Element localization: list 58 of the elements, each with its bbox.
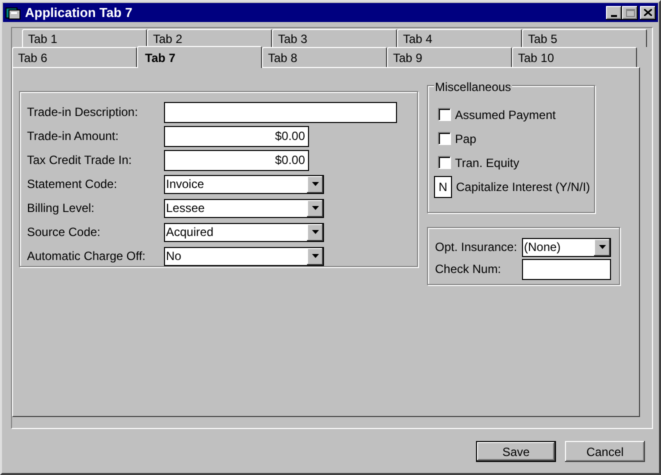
input-field[interactable] [522, 258, 611, 280]
tab[interactable]: Tab 9 [387, 47, 512, 67]
tab[interactable]: Tab 3 [272, 29, 397, 47]
tab[interactable]: Tab 8 [262, 47, 387, 67]
tab[interactable]: Tab 6 [12, 47, 137, 67]
dropdown-value: Invoice [165, 176, 206, 193]
close-button[interactable] [640, 6, 656, 20]
caret-icon [312, 254, 318, 258]
minimize-icon [611, 14, 617, 16]
window-title: Application Tab 7 [25, 4, 132, 22]
maximize-button[interactable] [622, 6, 638, 20]
dialog-button[interactable]: Cancel [565, 441, 645, 462]
minimize-button[interactable] [606, 6, 622, 20]
tab[interactable]: Tab 1 [22, 29, 147, 47]
dropdown-value: No [165, 248, 182, 265]
app-icon [5, 6, 21, 20]
close-icon [644, 9, 652, 16]
checkbox[interactable]: Assumed Payment [438, 103, 594, 126]
dropdown[interactable]: (None) [522, 238, 611, 256]
caret-icon [312, 230, 318, 234]
dropdown-button[interactable] [594, 238, 610, 256]
tab[interactable]: Tab 2 [147, 29, 272, 47]
field-label: Capitalize Interest (Y/N/I) [456, 179, 590, 196]
tab[interactable]: Tab 5 [522, 29, 647, 47]
dropdown-value: Acquired [165, 224, 214, 241]
tab[interactable]: Tab 4 [397, 29, 522, 47]
tab[interactable]: Tab 7 [137, 46, 262, 68]
field-label: Automatic Charge Off: [27, 248, 146, 265]
caret-icon [312, 182, 318, 186]
field-label: Check Num: [435, 261, 502, 278]
dropdown-value: Lessee [165, 200, 206, 217]
dropdown[interactable]: Acquired [164, 222, 324, 242]
field-label: Trade-in Description: [27, 104, 139, 121]
dropdown-button[interactable] [307, 176, 323, 192]
dropdown-button[interactable] [307, 200, 323, 216]
dropdown[interactable]: No [164, 246, 324, 266]
dropdown-button[interactable] [307, 248, 323, 264]
dropdown-button[interactable] [307, 224, 323, 240]
input-field[interactable]: $0.00 [164, 150, 309, 170]
field-label: Trade-in Amount: [27, 128, 120, 145]
input-field[interactable]: $0.00 [164, 126, 309, 146]
caret-icon [598, 245, 606, 249]
maximize-icon [626, 8, 634, 16]
checkbox[interactable]: Pap [438, 127, 594, 150]
input-field[interactable] [164, 102, 397, 122]
checkbox[interactable]: Tran. Equity [438, 151, 594, 174]
input-field[interactable]: N [434, 176, 452, 198]
dialog-button[interactable]: Save [476, 441, 556, 462]
tab[interactable]: Tab 10 [512, 47, 637, 67]
field-label: Opt. Insurance: [435, 239, 518, 256]
field-label: Tax Credit Trade In: [27, 152, 133, 169]
dropdown[interactable]: Invoice [164, 174, 324, 194]
field-label: Source Code: [27, 224, 102, 241]
caret-icon [312, 206, 318, 210]
dropdown[interactable]: Lessee [164, 198, 324, 218]
dropdown-value: (None) [523, 239, 562, 256]
field-label: Statement Code: [27, 176, 118, 193]
field-label: Billing Level: [27, 200, 96, 217]
